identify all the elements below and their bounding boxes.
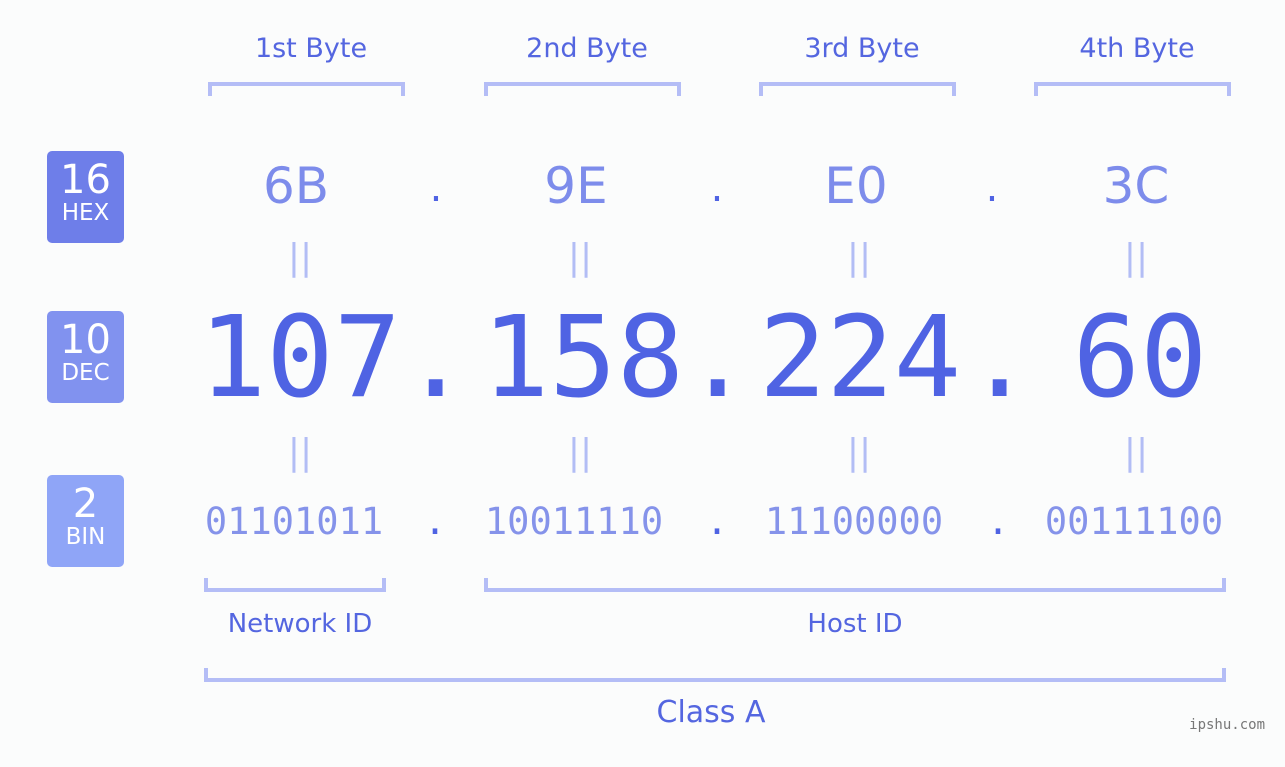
bin-base: 2 [72, 481, 99, 527]
equals-dec-bin-1: || [287, 432, 313, 473]
equals-hex-dec-1: || [287, 237, 313, 278]
dec-dot-1: . [402, 293, 470, 423]
equals-hex-dec-2: || [567, 237, 593, 278]
watermark: ipshu.com [1189, 717, 1265, 733]
equals-hex-dec-4: || [1123, 237, 1149, 278]
bin-value-4: 00111100 [1044, 500, 1224, 543]
hex-badge: 16 HEX [47, 151, 124, 243]
dec-dot-3: . [966, 293, 1034, 423]
byte-label-1: 1st Byte [254, 33, 368, 64]
bin-value-1: 01101011 [204, 500, 384, 543]
hex-value-3: E0 [824, 157, 888, 215]
dec-base: 10 [60, 317, 111, 363]
dec-value-4: 60 [1072, 293, 1208, 423]
hex-value-1: 6B [262, 157, 330, 215]
byte-bracket-4 [1034, 82, 1231, 96]
equals-dec-bin-3: || [846, 432, 872, 473]
byte-label-3: 3rd Byte [804, 33, 920, 64]
bin-label: BIN [65, 524, 106, 550]
host-id-bracket [484, 578, 1226, 592]
class-bracket [204, 668, 1226, 682]
hex-dot-1: . [429, 165, 443, 211]
hex-label: HEX [61, 200, 110, 226]
byte-bracket-2 [484, 82, 681, 96]
hex-dot-3: . [985, 165, 999, 211]
equals-hex-dec-3: || [846, 237, 872, 278]
dec-label: DEC [61, 360, 110, 386]
byte-label-2: 2nd Byte [526, 33, 648, 64]
host-id-label: Host ID [807, 609, 903, 639]
equals-dec-bin-2: || [567, 432, 593, 473]
network-id-label: Network ID [227, 609, 373, 639]
bin-dot-3: . [986, 500, 1010, 543]
bin-dot-2: . [705, 500, 729, 543]
bin-value-3: 11100000 [764, 500, 944, 543]
bin-badge: 2 BIN [47, 475, 124, 567]
byte-label-4: 4th Byte [1079, 33, 1195, 64]
byte-bracket-3 [759, 82, 956, 96]
equals-dec-bin-4: || [1123, 432, 1149, 473]
hex-dot-2: . [710, 165, 724, 211]
hex-value-4: 3C [1102, 157, 1170, 215]
class-label: Class A [656, 695, 766, 730]
dec-value-3: 224 [758, 293, 962, 423]
network-id-bracket [204, 578, 386, 592]
dec-dot-2: . [684, 293, 752, 423]
hex-base: 16 [60, 157, 111, 203]
byte-bracket-1 [208, 82, 405, 96]
dec-badge: 10 DEC [47, 311, 124, 403]
hex-value-2: 9E [544, 157, 608, 215]
bin-value-2: 10011110 [484, 500, 664, 543]
bin-dot-1: . [423, 500, 447, 543]
